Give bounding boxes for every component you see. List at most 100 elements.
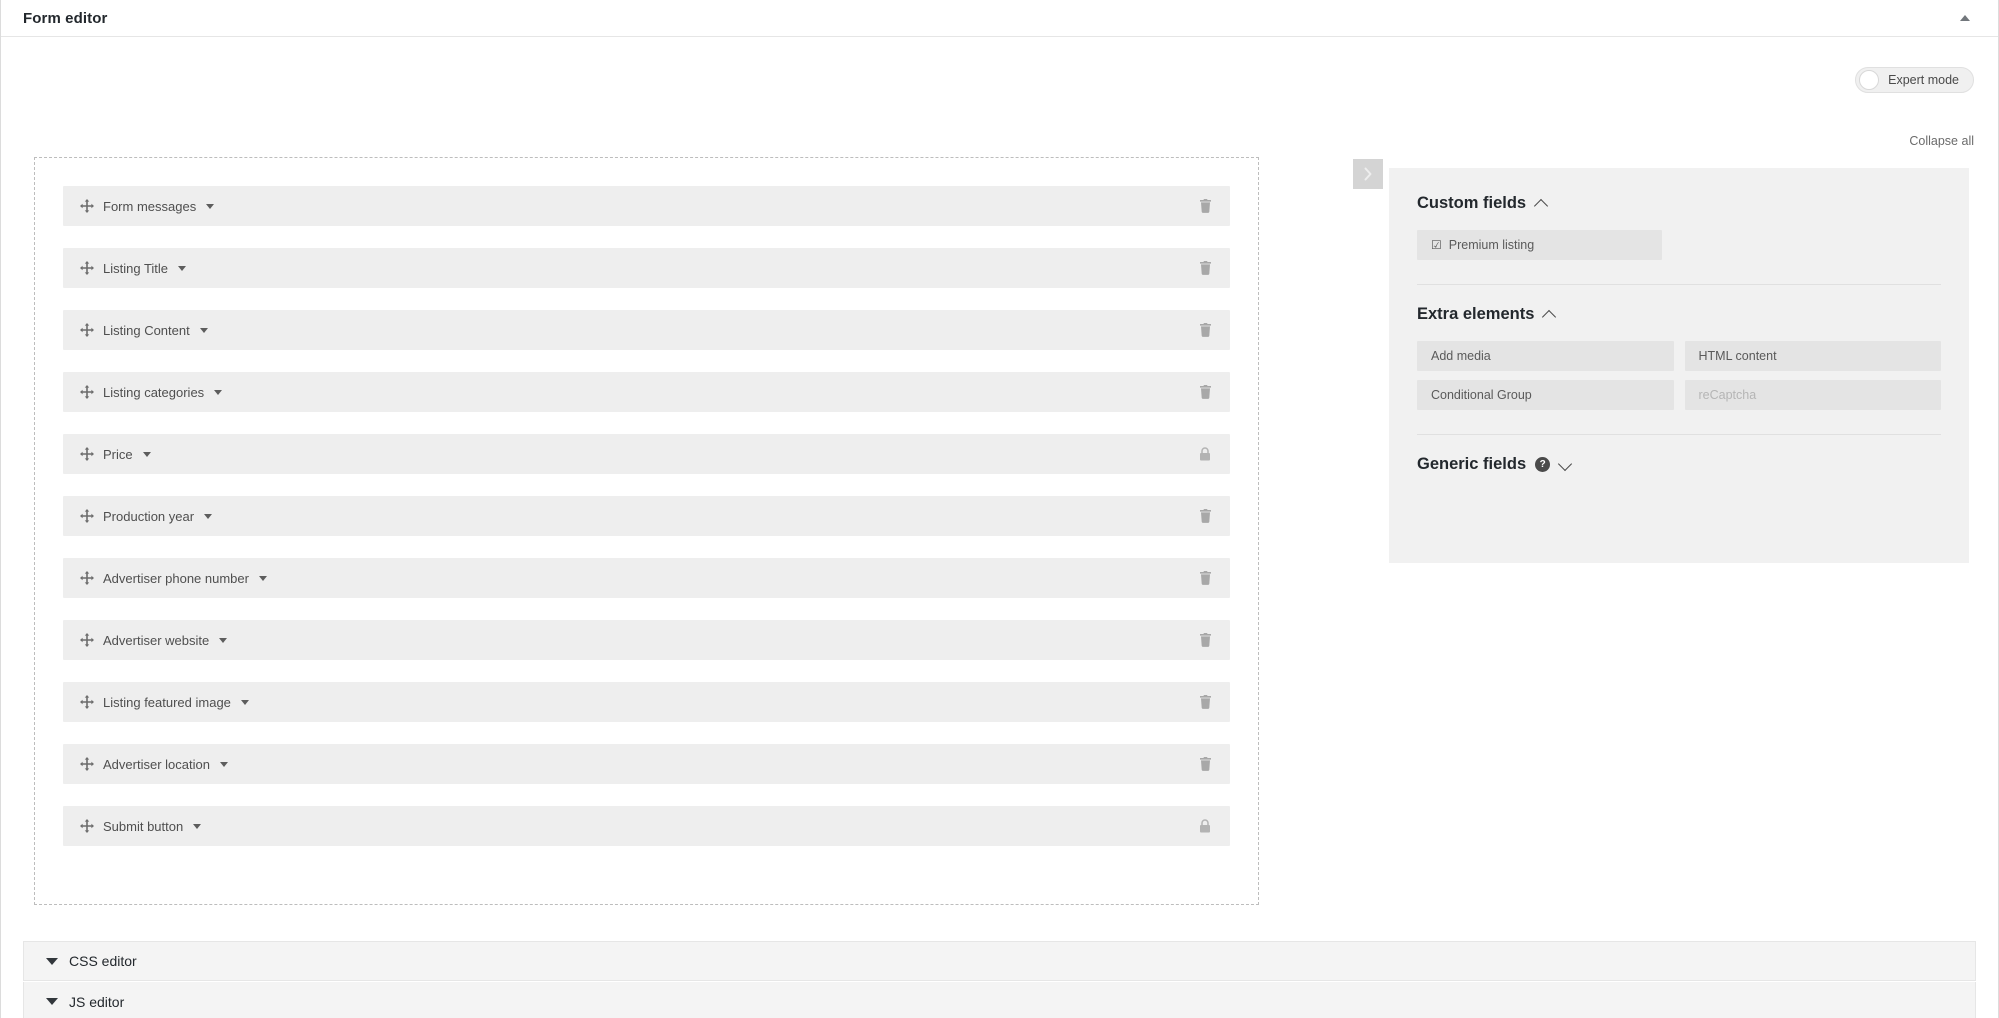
move-handle-icon: [80, 261, 94, 275]
drag-handle[interactable]: [80, 695, 94, 709]
form-field-label: Listing Title: [103, 260, 169, 276]
form-field-row[interactable]: Listing Content: [63, 310, 1230, 350]
caret-down-icon[interactable]: [258, 575, 267, 581]
form-field-row[interactable]: Price: [63, 434, 1230, 474]
trash-icon: [1199, 509, 1211, 523]
drag-handle[interactable]: [80, 385, 94, 399]
caret-down-icon[interactable]: [240, 699, 249, 705]
drag-handle[interactable]: [80, 633, 94, 647]
sidebar-section-title: Custom fields: [1417, 194, 1527, 212]
panel-collapse-toggle[interactable]: [1954, 7, 1976, 29]
form-field-row[interactable]: Listing categories: [63, 372, 1230, 412]
help-icon[interactable]: ?: [1535, 457, 1551, 472]
drag-handle[interactable]: [80, 819, 94, 833]
delete-field-button[interactable]: [1196, 693, 1214, 711]
sidebar-element-label: HTML content: [1698, 349, 1777, 363]
trash-icon: [1199, 695, 1211, 709]
sidebar-element-chip[interactable]: Add media: [1417, 341, 1674, 371]
delete-field-button[interactable]: [1196, 383, 1214, 401]
js-editor-label: JS editor: [69, 993, 125, 1010]
caret-down-icon[interactable]: [214, 389, 223, 395]
delete-field-button[interactable]: [1196, 507, 1214, 525]
lock-icon: [1200, 447, 1210, 461]
sidebar-element-chip[interactable]: HTML content: [1684, 341, 1941, 371]
drag-handle[interactable]: [80, 261, 94, 275]
caret-down-icon[interactable]: [204, 513, 213, 519]
move-handle-icon: [80, 199, 94, 213]
sidebar-section-title: Generic fields: [1417, 455, 1527, 473]
trash-icon: [1199, 633, 1211, 647]
delete-field-button[interactable]: [1196, 321, 1214, 339]
drag-handle[interactable]: [80, 571, 94, 585]
form-field-label: Listing featured image: [103, 694, 231, 710]
sidebar-section-title: Extra elements: [1417, 305, 1535, 323]
drag-handle[interactable]: [80, 509, 94, 523]
delete-field-button[interactable]: [1196, 631, 1214, 649]
delete-field-button[interactable]: [1196, 755, 1214, 773]
move-handle-icon: [80, 571, 94, 585]
form-field-row[interactable]: Listing Title: [63, 248, 1230, 288]
sidebar-element-chip: reCaptcha: [1684, 380, 1941, 410]
move-handle-icon: [80, 819, 94, 833]
chevron-up-icon[interactable]: [1535, 197, 1548, 210]
section-divider: [1417, 284, 1941, 285]
caret-down-icon[interactable]: [219, 637, 228, 643]
caret-down-icon[interactable]: [219, 761, 228, 767]
caret-down-icon[interactable]: [193, 823, 202, 829]
chevron-right-icon: [1364, 167, 1372, 181]
caret-down-icon[interactable]: [178, 265, 187, 271]
chevron-down-icon[interactable]: [1559, 458, 1572, 471]
sidebar-section-header[interactable]: Generic fields?: [1417, 455, 1941, 474]
sidebar-element-label: reCaptcha: [1698, 388, 1757, 402]
sidebar-element-label: Conditional Group: [1431, 388, 1532, 402]
sidebar-element-chip[interactable]: ☑ Premium listing: [1417, 230, 1662, 260]
drag-handle[interactable]: [80, 199, 94, 213]
sidebar-panel-toggle[interactable]: [1353, 159, 1383, 189]
trash-icon: [1199, 757, 1211, 771]
section-divider: [1417, 434, 1941, 435]
drag-handle[interactable]: [80, 323, 94, 337]
sidebar-element-chip[interactable]: Conditional Group: [1417, 380, 1674, 410]
delete-field-button[interactable]: [1196, 197, 1214, 215]
form-field-row[interactable]: Advertiser website: [63, 620, 1230, 660]
form-field-label: Advertiser location: [103, 756, 210, 772]
form-field-label: Listing categories: [103, 384, 205, 400]
sidebar-element-label: Premium listing: [1448, 238, 1535, 252]
trash-icon: [1199, 199, 1211, 213]
sidebar-section-header[interactable]: Extra elements: [1417, 305, 1941, 324]
js-editor-section[interactable]: JS editor: [23, 982, 1976, 1018]
sidebar-element-label: Add media: [1431, 349, 1491, 363]
form-canvas: Form messages Listing Title Listing Conten…: [34, 157, 1259, 905]
toggle-knob-icon: [1859, 70, 1880, 90]
css-editor-label: CSS editor: [69, 953, 137, 969]
form-field-row[interactable]: Advertiser phone number: [63, 558, 1230, 598]
form-field-row[interactable]: Form messages: [63, 186, 1230, 226]
sidebar-section-header[interactable]: Custom fields: [1417, 194, 1941, 213]
drag-handle[interactable]: [80, 447, 94, 461]
move-handle-icon: [80, 757, 94, 771]
collapse-all-link[interactable]: Collapse all: [1909, 134, 1974, 148]
form-field-row[interactable]: Advertiser location: [63, 744, 1230, 784]
delete-field-button[interactable]: [1196, 259, 1214, 277]
css-editor-section[interactable]: CSS editor: [23, 941, 1976, 981]
caret-down-icon[interactable]: [206, 203, 215, 209]
sidebar-item-grid: ☑ Premium listing: [1417, 230, 1941, 260]
move-handle-icon: [80, 695, 94, 709]
caret-down-icon[interactable]: [142, 451, 151, 457]
drag-handle[interactable]: [80, 757, 94, 771]
form-field-label: Advertiser phone number: [103, 570, 249, 586]
form-field-label: Submit button: [103, 818, 184, 834]
move-handle-icon: [80, 447, 94, 461]
form-field-label: Form messages: [103, 198, 197, 214]
page-title: Form editor: [23, 9, 108, 27]
form-field-row[interactable]: Production year: [63, 496, 1230, 536]
form-field-row[interactable]: Submit button: [63, 806, 1230, 846]
caret-down-icon[interactable]: [199, 327, 208, 333]
form-field-row[interactable]: Listing featured image: [63, 682, 1230, 722]
expert-mode-toggle[interactable]: Expert mode: [1855, 67, 1974, 93]
chevron-up-icon[interactable]: [1543, 308, 1556, 321]
delete-field-button[interactable]: [1196, 569, 1214, 587]
form-field-label: Advertiser website: [103, 632, 210, 648]
sidebar-item-grid: Add media HTML content Conditional Group re…: [1417, 341, 1941, 410]
trash-icon: [1199, 261, 1211, 275]
